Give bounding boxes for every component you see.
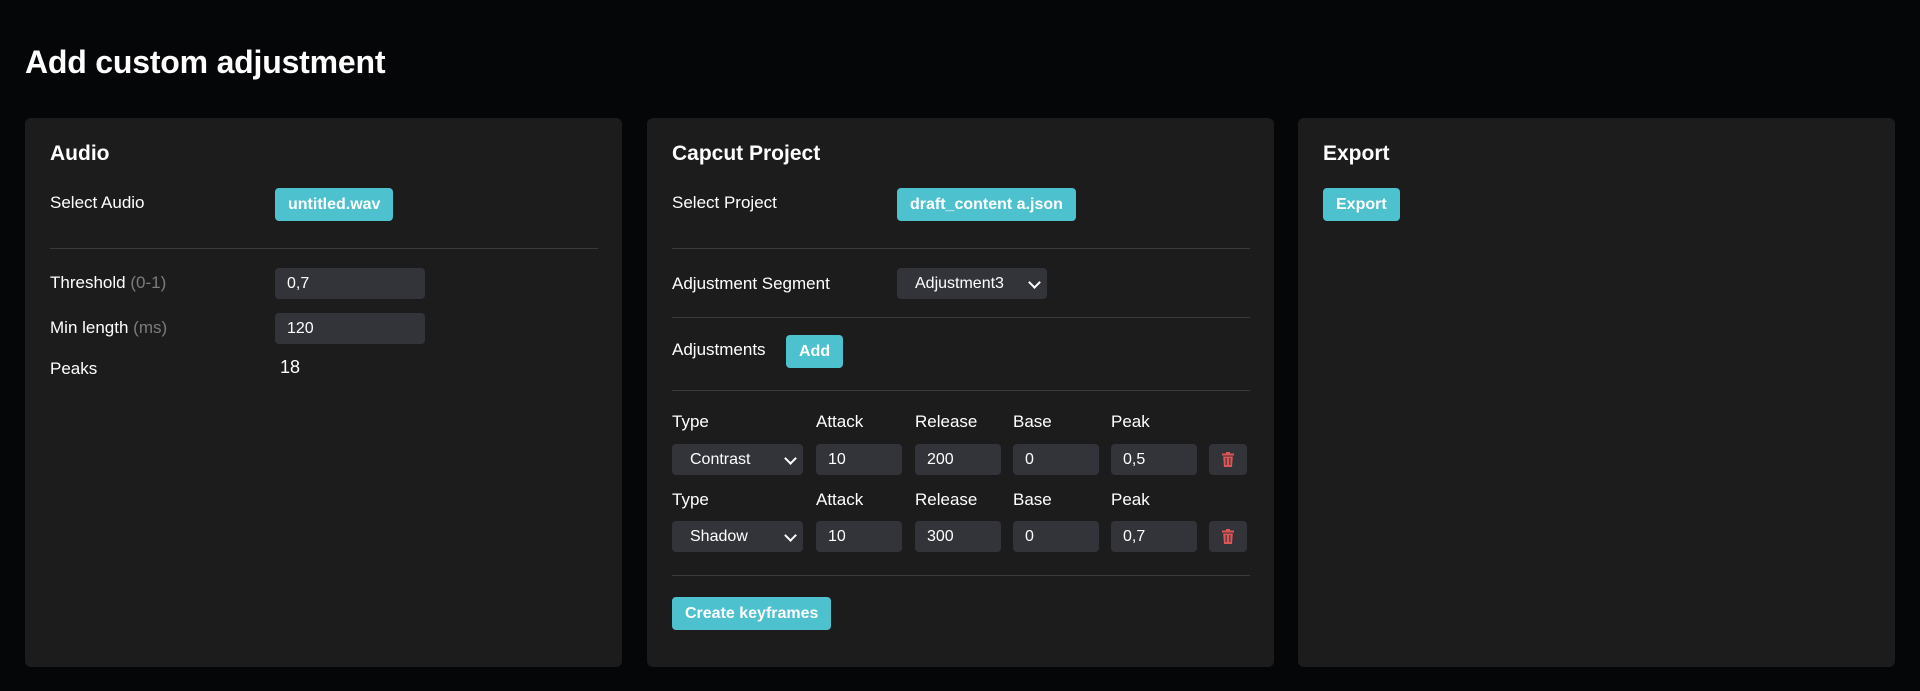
- min-length-label-text: Min length: [50, 318, 129, 337]
- adjustment-row-1-type-select[interactable]: Contrast: [672, 444, 803, 475]
- adjustment-row-2-delete-button[interactable]: [1209, 521, 1247, 552]
- peaks-label: Peaks: [50, 359, 98, 378]
- threshold-hint: (0-1): [130, 273, 167, 292]
- project-divider-1: [672, 248, 1250, 249]
- column-header-type: Type: [672, 412, 709, 431]
- adjustment-row-2-release-input[interactable]: [915, 521, 1001, 552]
- trash-icon: [1222, 452, 1234, 467]
- add-adjustment-button[interactable]: Add: [786, 335, 844, 368]
- column-header-attack: Attack: [816, 412, 864, 431]
- audio-divider: [50, 248, 598, 249]
- select-project-label: Select Project: [672, 193, 777, 212]
- column-header-attack: Attack: [816, 490, 864, 509]
- create-keyframes-button[interactable]: Create keyframes: [672, 597, 832, 630]
- adjustment-row-2-attack-input[interactable]: [816, 521, 902, 552]
- adjustment-row-1-type-value: Contrast: [690, 451, 751, 468]
- export-panel: Export Export: [1298, 118, 1895, 667]
- project-panel: Capcut Project Select Project draft_cont…: [647, 118, 1274, 667]
- audio-panel-title: Audio: [50, 142, 110, 165]
- column-header-peak: Peak: [1111, 490, 1150, 509]
- project-panel-title: Capcut Project: [672, 142, 821, 165]
- column-header-release: Release: [915, 490, 978, 509]
- column-header-base: Base: [1013, 490, 1052, 509]
- project-divider-3: [672, 390, 1250, 391]
- min-length-hint: (ms): [133, 318, 168, 337]
- min-length-input[interactable]: [275, 313, 425, 344]
- adjustment-row-2-type-select[interactable]: Shadow: [672, 521, 803, 552]
- segment-select[interactable]: Adjustment3: [897, 268, 1047, 299]
- adjustment-row-1-release-input[interactable]: [915, 444, 1001, 475]
- adjustment-row-1-attack-input[interactable]: [816, 444, 902, 475]
- project-divider-4: [672, 575, 1250, 576]
- segment-label: Adjustment Segment: [672, 274, 830, 293]
- segment-select-value: Adjustment3: [915, 275, 1004, 292]
- adjustment-row-2-peak-input[interactable]: [1111, 521, 1197, 552]
- project-divider-2: [672, 317, 1250, 318]
- threshold-input[interactable]: [275, 268, 425, 299]
- adjustment-row-2-base-input[interactable]: [1013, 521, 1099, 552]
- select-project-button[interactable]: draft_content a.json: [897, 188, 1076, 221]
- threshold-label: Threshold (0-1): [50, 273, 166, 293]
- column-header-type: Type: [672, 490, 709, 509]
- select-audio-label: Select Audio: [50, 193, 145, 212]
- chevron-down-icon: [1028, 276, 1041, 289]
- adjustment-row-1-peak-input[interactable]: [1111, 444, 1197, 475]
- select-audio-button[interactable]: untitled.wav: [275, 188, 394, 221]
- trash-icon: [1222, 529, 1234, 544]
- column-header-peak: Peak: [1111, 412, 1150, 431]
- adjustment-row-1-base-input[interactable]: [1013, 444, 1099, 475]
- export-panel-title: Export: [1323, 142, 1390, 165]
- export-button[interactable]: Export: [1323, 188, 1400, 221]
- chevron-down-icon: [784, 529, 797, 542]
- threshold-label-text: Threshold: [50, 273, 126, 292]
- column-header-base: Base: [1013, 412, 1052, 431]
- chevron-down-icon: [784, 452, 797, 465]
- adjustment-row-1-delete-button[interactable]: [1209, 444, 1247, 475]
- min-length-label: Min length (ms): [50, 318, 167, 338]
- adjustment-row-2-type-value: Shadow: [690, 528, 748, 545]
- audio-panel: Audio Select Audio untitled.wav Threshol…: [25, 118, 622, 667]
- peaks-value: 18: [280, 357, 301, 377]
- column-header-release: Release: [915, 412, 978, 431]
- adjustments-label: Adjustments: [672, 340, 766, 359]
- page-title: Add custom adjustment: [25, 44, 386, 80]
